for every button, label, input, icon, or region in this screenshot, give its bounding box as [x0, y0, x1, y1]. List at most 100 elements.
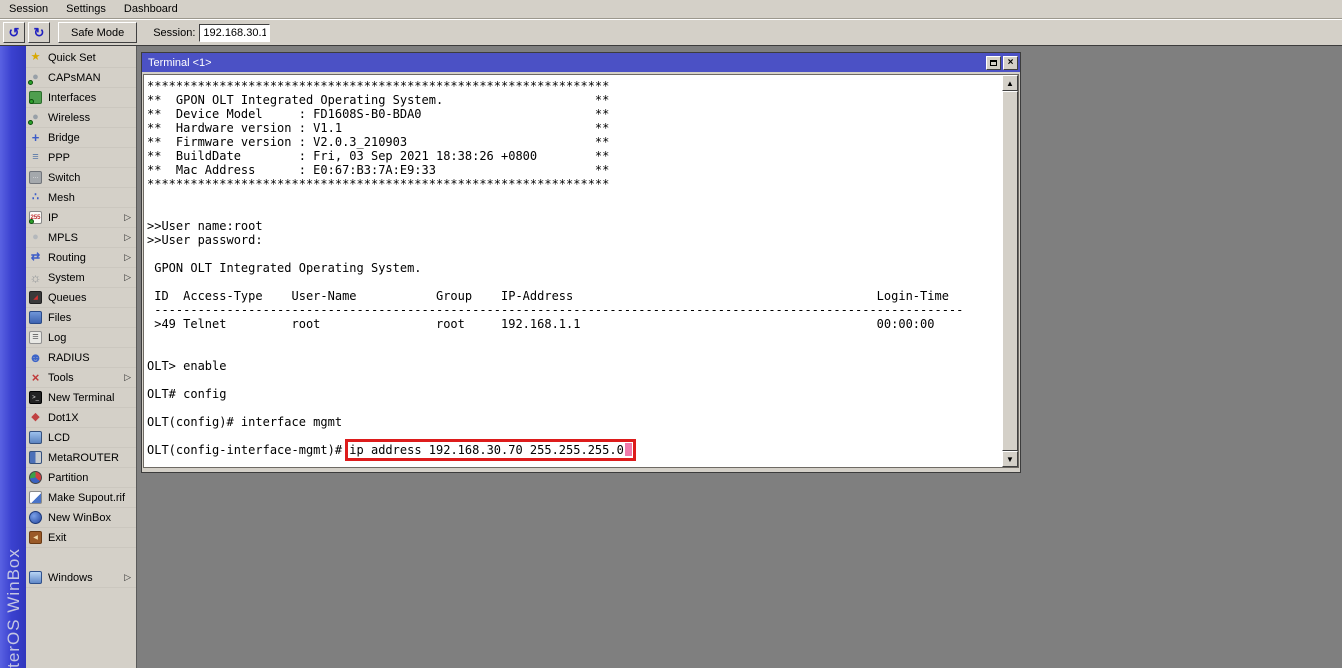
system-gear-icon: ☼ [29, 271, 42, 284]
sidebar-item-bridge[interactable]: + Bridge [26, 128, 136, 148]
menu-dashboard[interactable]: Dashboard [115, 1, 187, 18]
sidebar-item-new-winbox[interactable]: New WinBox [26, 508, 136, 528]
sidebar-item-label: MetaROUTER [48, 452, 119, 464]
antenna-icon: ● [29, 71, 42, 84]
sidebar-item-label: LCD [48, 432, 70, 444]
toolbar: ↺ ↻ Safe Mode Session: [0, 19, 1342, 46]
log-list-icon: ≡ [29, 331, 42, 344]
close-button[interactable]: × [1003, 56, 1018, 70]
close-icon: × [1008, 58, 1014, 68]
winbox-globe-icon [29, 511, 42, 524]
terminal-vertical-scrollbar: ▲ ▼ [1002, 75, 1018, 467]
status-dot [29, 219, 34, 224]
sidebar-item-files[interactable]: Files [26, 308, 136, 328]
maximize-icon [990, 60, 997, 66]
sidebar-item-log[interactable]: ≡ Log [26, 328, 136, 348]
scroll-up-button[interactable]: ▲ [1002, 75, 1018, 91]
sidebar-item-ip[interactable]: 255 IP ▷ [26, 208, 136, 228]
sidebar-item-interfaces[interactable]: Interfaces [26, 88, 136, 108]
sidebar-item-make-supout-rif[interactable]: Make Supout.rif [26, 488, 136, 508]
mesh-icon: ∴ [29, 191, 42, 204]
terminal-titlebar[interactable]: Terminal <1> × [142, 53, 1020, 72]
bridge-icon: + [29, 131, 42, 144]
sidebar-item-system[interactable]: ☼ System ▷ [26, 268, 136, 288]
scrollbar-thumb[interactable] [1002, 91, 1018, 451]
brand-vertical-label: RouterOS WinBox [4, 548, 24, 668]
dot1x-icon: ◆ [29, 411, 42, 424]
sidebar-item-label: Windows [48, 572, 93, 584]
sidebar-item-label: Make Supout.rif [48, 492, 125, 504]
session-input[interactable] [199, 24, 270, 42]
sidebar-item-lcd[interactable]: LCD [26, 428, 136, 448]
sidebar-item-quick-set[interactable]: ★ Quick Set [26, 48, 136, 68]
redo-icon: ↻ [34, 26, 45, 39]
submenu-arrow-icon: ▷ [124, 372, 131, 383]
sidebar-item-label: System [48, 272, 85, 284]
sidebar-item-label: Bridge [48, 132, 80, 144]
sidebar-item-queues[interactable]: ◢Queues [26, 288, 136, 308]
sidebar-item-new-terminal[interactable]: >_New Terminal [26, 388, 136, 408]
submenu-arrow-icon: ▷ [124, 232, 131, 243]
sidebar-item-label: Switch [48, 172, 80, 184]
sidebar-item-wireless[interactable]: ●Wireless [26, 108, 136, 128]
queues-gauge-icon: ◢ [29, 291, 42, 304]
submenu-arrow-icon: ▷ [124, 212, 131, 223]
sidebar-item-mpls[interactable]: ● MPLS ▷ [26, 228, 136, 248]
sidebar-item-label: Dot1X [48, 412, 79, 424]
ip-255-icon: 255 [29, 211, 42, 224]
sidebar-item-switch[interactable]: ··· Switch [26, 168, 136, 188]
sidebar-item-label: Files [48, 312, 71, 324]
terminal-title: Terminal <1> [148, 57, 212, 69]
sidebar-item-label: Routing [48, 252, 86, 264]
sidebar-item-label: IP [48, 212, 58, 224]
terminal-output[interactable]: ****************************************… [144, 75, 1018, 457]
undo-button[interactable]: ↺ [3, 22, 25, 43]
metarouter-icon [29, 451, 42, 464]
sidebar-item-label: Interfaces [48, 92, 96, 104]
undo-icon: ↺ [9, 26, 20, 39]
sidebar-item-exit[interactable]: ◀Exit [26, 528, 136, 548]
sidebar-item-label: RADIUS [48, 352, 90, 364]
sidebar-item-windows[interactable]: Windows▷ [26, 568, 136, 588]
radius-user-icon: ☻ [29, 351, 42, 364]
menu-session[interactable]: Session [0, 1, 57, 18]
sidebar-item-mesh[interactable]: ∴Mesh [26, 188, 136, 208]
mpls-globe-icon: ● [29, 231, 42, 244]
switch-icon: ··· [29, 171, 42, 184]
sidebar-item-dot1x[interactable]: ◆ Dot1X [26, 408, 136, 428]
wand-icon: ★ [29, 51, 42, 64]
ppp-icon: ≡ [29, 151, 42, 164]
sidebar-item-label: PPP [48, 152, 70, 164]
sidebar-item-routing[interactable]: ⇄Routing▷ [26, 248, 136, 268]
sidebar-item-capsman[interactable]: ●CAPsMAN [26, 68, 136, 88]
terminal-cursor [625, 443, 632, 456]
status-dot [28, 120, 33, 125]
scroll-down-button[interactable]: ▼ [1002, 451, 1018, 467]
sidebar-item-label: MPLS [48, 232, 78, 244]
sidebar-item-metarouter[interactable]: MetaROUTER [26, 448, 136, 468]
supout-file-icon [29, 491, 42, 504]
sidebar-item-ppp[interactable]: ≡ PPP [26, 148, 136, 168]
sidebar-item-partition[interactable]: Partition [26, 468, 136, 488]
maximize-button[interactable] [986, 56, 1001, 70]
sidebar-item-tools[interactable]: ×Tools▷ [26, 368, 136, 388]
terminal-frame: ****************************************… [142, 73, 1020, 472]
wireless-antenna-icon: ● [29, 111, 42, 124]
sidebar-item-radius[interactable]: ☻ RADIUS [26, 348, 136, 368]
safe-mode-button[interactable]: Safe Mode [58, 22, 137, 43]
window-buttons: × [986, 56, 1018, 70]
winbox-app: { "menu_bar": { "items": ["Session", "Se… [0, 0, 1342, 668]
sidebar-item-label: Exit [48, 532, 66, 544]
redo-button[interactable]: ↻ [28, 22, 50, 43]
sidebar-item-label: New Terminal [48, 392, 114, 404]
sidebar-item-label: Quick Set [48, 52, 96, 64]
session-label: Session: [153, 27, 195, 39]
scroll-down-icon: ▼ [1006, 455, 1014, 464]
sidebar-item-label: Log [48, 332, 66, 344]
menu-bar: SessionSettingsDashboard [0, 0, 1342, 19]
sidebar-item-label: Partition [48, 472, 88, 484]
submenu-arrow-icon: ▷ [124, 272, 131, 283]
terminal-window: Terminal <1> × *************************… [141, 52, 1021, 473]
windows-icon [29, 571, 42, 584]
menu-settings[interactable]: Settings [57, 1, 115, 18]
